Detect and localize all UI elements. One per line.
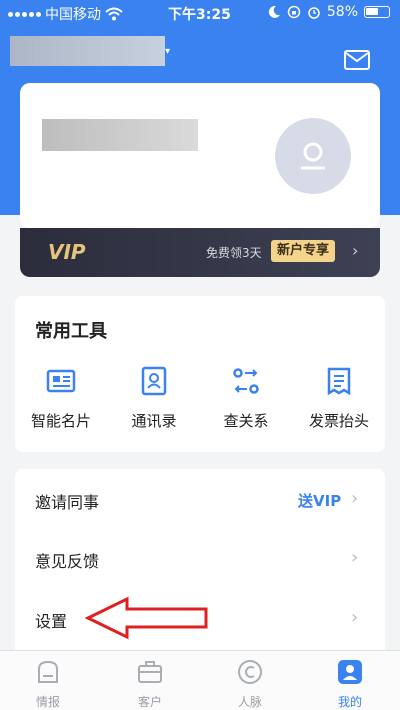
moon-icon — [268, 5, 280, 18]
alarm-icon — [308, 7, 320, 19]
tool-label: 发票抬头 — [308, 412, 369, 430]
vip-banner[interactable]: VIP 免费领3天 新户专享 › — [20, 228, 380, 277]
bottom-tab-bar: 情报 客户 人脉 我的 — [0, 650, 400, 710]
wifi-icon — [105, 7, 123, 21]
contacts-icon — [141, 366, 167, 396]
mail-icon[interactable] — [344, 50, 370, 70]
user-name-redacted — [42, 119, 198, 151]
tab-label: 人脉 — [237, 695, 262, 709]
menu-item-label: 意见反馈 — [35, 552, 100, 571]
rotation-lock-icon — [287, 5, 301, 19]
tools-title: 常用工具 — [35, 321, 107, 342]
briefcase-icon — [138, 661, 162, 683]
chevron-right-icon: › — [351, 547, 359, 568]
profile-card[interactable] — [20, 83, 380, 228]
news-icon — [38, 660, 58, 683]
avatar[interactable] — [275, 118, 351, 194]
tab-label: 情报 — [35, 695, 60, 709]
tool-relationship[interactable]: 查关系 — [200, 366, 292, 431]
tab-mine[interactable]: 我的 — [310, 659, 390, 710]
invoice-icon — [327, 367, 351, 396]
profile-icon — [338, 660, 362, 684]
chevron-right-icon: › — [351, 607, 359, 628]
chevron-right-icon: › — [351, 488, 359, 509]
menu-item-invite-colleague[interactable]: 邀请同事 送VIP › — [15, 471, 385, 529]
status-time: 下午3:25 — [168, 7, 231, 23]
chevron-right-icon: › — [352, 241, 359, 260]
company-name-redacted[interactable] — [10, 36, 165, 66]
network-icon — [238, 660, 262, 684]
tool-business-card[interactable]: 智能名片 — [15, 366, 107, 431]
tab-label: 客户 — [137, 695, 162, 709]
user-icon — [301, 142, 325, 170]
tab-label: 我的 — [337, 695, 362, 709]
tab-network[interactable]: 人脉 — [210, 659, 290, 710]
vip-new-user-badge[interactable]: 新户专享 — [271, 240, 336, 262]
menu-item-extra: 送VIP — [298, 492, 342, 510]
tool-label: 智能名片 — [30, 412, 91, 430]
business-card-icon — [46, 369, 76, 393]
vip-label: VIP — [48, 240, 86, 264]
tab-customers[interactable]: 客户 — [110, 659, 190, 710]
tool-label: 查关系 — [223, 412, 269, 430]
menu-item-label: 设置 — [35, 612, 68, 631]
menu-item-feedback[interactable]: 意见反馈 › — [15, 530, 385, 588]
status-bar: 中国移动 下午3:25 58% — [0, 0, 400, 26]
caret-down-icon[interactable]: ▾ — [165, 46, 170, 57]
common-tools-card: 常用工具 智能名片 通讯录 查关系 发票抬头 — [15, 296, 385, 452]
signal-icon — [8, 11, 41, 17]
tab-news[interactable]: 情报 — [8, 659, 88, 710]
annotation-arrow-icon — [85, 596, 208, 640]
tool-invoice[interactable]: 发票抬头 — [293, 366, 385, 431]
vip-free-text: 免费领3天 — [206, 246, 262, 260]
battery-icon — [364, 6, 390, 18]
carrier-label: 中国移动 — [45, 7, 101, 23]
tool-label: 通讯录 — [131, 412, 177, 430]
relationship-icon — [233, 368, 259, 394]
menu-item-label: 邀请同事 — [35, 493, 100, 512]
tool-contacts[interactable]: 通讯录 — [108, 366, 200, 431]
battery-percent: 58% — [326, 4, 358, 20]
